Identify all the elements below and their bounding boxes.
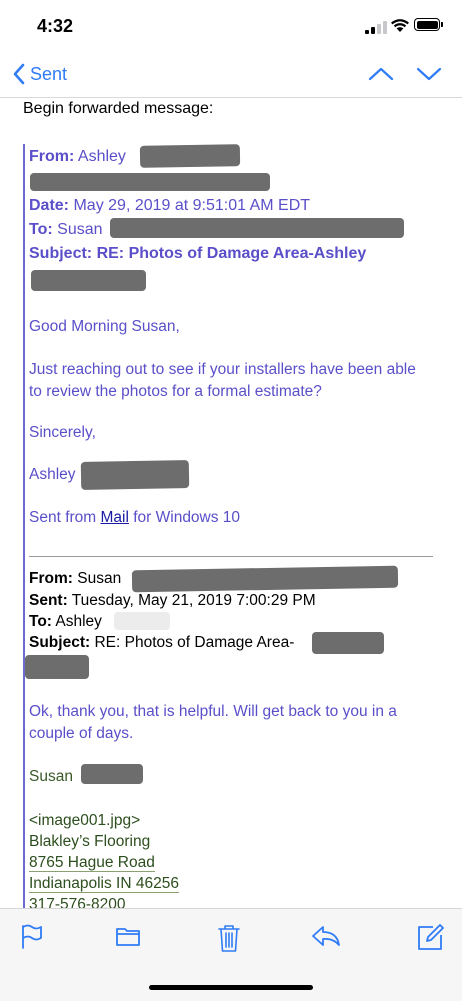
status-time: 4:32 bbox=[37, 16, 74, 36]
company-name: Blakley’s Flooring bbox=[29, 833, 151, 850]
redaction bbox=[139, 144, 241, 168]
fwd-to: To: Susan bbox=[29, 221, 103, 238]
sent-from-line: Sent from Mail for Windows 10 bbox=[29, 509, 241, 526]
quote-separator bbox=[29, 556, 433, 557]
street-address[interactable]: 8765 Hague Road bbox=[29, 854, 155, 872]
trash-icon[interactable] bbox=[217, 923, 241, 953]
next-message-button[interactable] bbox=[415, 63, 443, 85]
back-button[interactable]: Sent bbox=[12, 63, 67, 85]
redaction bbox=[114, 612, 170, 630]
signal-icon bbox=[365, 21, 387, 34]
compose-icon[interactable] bbox=[417, 923, 445, 951]
chevron-left-icon bbox=[13, 63, 25, 85]
flag-icon[interactable] bbox=[20, 923, 44, 949]
redaction bbox=[30, 173, 270, 191]
orig-sent: Sent: Tuesday, May 21, 2019 7:00:29 PM bbox=[29, 592, 316, 609]
phone-number[interactable]: 317-576-8200 bbox=[29, 896, 126, 908]
redaction bbox=[81, 764, 143, 784]
fwd-body: Just reaching out to see if your install… bbox=[29, 361, 416, 400]
wifi-icon bbox=[391, 19, 409, 32]
redaction bbox=[80, 460, 190, 490]
redaction bbox=[110, 218, 404, 238]
fwd-closing: Sincerely, bbox=[29, 424, 96, 441]
back-label: Sent bbox=[30, 63, 68, 84]
orig-from: From: Susan bbox=[29, 570, 122, 587]
image-reference: <image001.jpg> bbox=[29, 812, 141, 829]
redaction bbox=[25, 655, 89, 679]
orig-body: Ok, thank you, that is helpful. Will get… bbox=[29, 703, 397, 742]
orig-to: To: Ashley bbox=[29, 613, 102, 630]
redaction bbox=[31, 270, 146, 291]
redaction bbox=[131, 565, 399, 593]
nav-bar: Sent bbox=[0, 55, 462, 97]
redaction bbox=[312, 632, 384, 654]
home-indicator[interactable] bbox=[149, 985, 313, 990]
battery-icon bbox=[414, 18, 443, 31]
status-bar: 4:32 bbox=[0, 0, 462, 52]
orig-subject: Subject: RE: Photos of Damage Area- bbox=[29, 634, 295, 651]
quote-bar bbox=[23, 144, 25, 908]
message-body[interactable]: Begin forwarded message: From: Ashley Da… bbox=[0, 98, 462, 908]
fwd-greeting: Good Morning Susan, bbox=[29, 318, 180, 335]
folder-icon[interactable] bbox=[115, 923, 141, 949]
city-address[interactable]: Indianapolis IN 46256 bbox=[29, 875, 179, 893]
mail-link[interactable]: Mail bbox=[101, 509, 129, 526]
forward-intro: Begin forwarded message: bbox=[23, 100, 214, 117]
fwd-date: Date: May 29, 2019 at 9:51:01 AM EDT bbox=[29, 197, 311, 214]
fwd-from: From: Ashley bbox=[29, 148, 126, 165]
previous-message-button[interactable] bbox=[367, 63, 395, 85]
reply-icon[interactable] bbox=[311, 923, 341, 949]
fwd-subject: Subject: RE: Photos of Damage Area-Ashle… bbox=[29, 245, 367, 262]
